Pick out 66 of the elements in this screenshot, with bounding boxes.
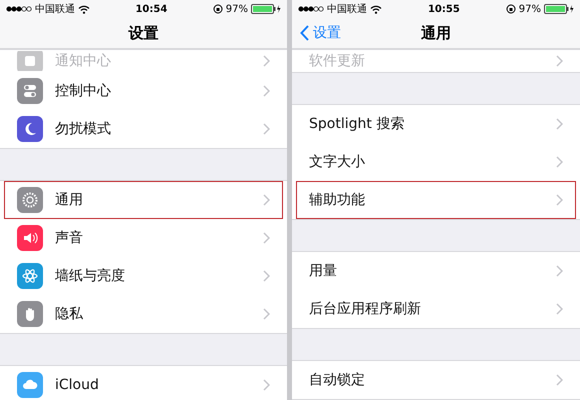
chevron-right-icon [263,194,270,206]
flower-icon [17,263,43,289]
rotation-lock-icon [212,4,223,14]
chevron-right-icon [556,265,563,277]
wifi-icon [78,4,90,14]
chevron-right-icon [556,194,563,206]
settings-row[interactable]: 墙纸与亮度 [4,257,283,295]
row-label: 勿扰模式 [55,120,112,138]
toggle-icon [17,78,43,104]
settings-row[interactable]: 声音 [4,219,283,257]
settings-row[interactable]: 勿扰模式 [4,110,283,148]
row-label: 隐私 [55,305,84,323]
row-label: 墙纸与亮度 [55,267,126,285]
settings-icon [17,187,43,213]
chevron-right-icon [556,303,563,315]
wifi-icon [370,4,382,14]
chevron-right-icon [263,123,270,135]
battery-percent: 97% [226,4,248,14]
moon-icon [17,116,43,142]
chevron-right-icon [263,270,270,282]
row-label: 用量 [309,262,338,280]
row-label: 软件更新 [309,52,366,70]
chevron-right-icon [556,374,563,386]
speaker-icon [17,225,43,251]
rotation-lock-icon [506,4,516,14]
settings-row[interactable]: 控制中心 [4,72,283,110]
row-label: 辅助功能 [309,191,366,209]
hand-icon [17,301,43,327]
row-label: iCloud [55,377,100,393]
row-label: Spotlight 搜索 [309,115,406,133]
row-label: 声音 [55,229,84,247]
settings-row[interactable]: 辅助功能 [296,181,576,219]
chevron-right-icon [556,156,563,168]
battery-percent: 97% [518,4,541,14]
chevron-left-icon [300,25,309,41]
chevron-right-icon [556,118,563,130]
row-label: 通用 [55,191,84,209]
nav-title: 通用 [421,24,451,42]
chevron-right-icon [556,55,563,67]
notifications-icon [17,51,43,71]
chevron-right-icon [263,379,270,391]
chevron-right-icon [263,308,270,320]
chevron-right-icon [263,55,270,67]
row-label: 自动锁定 [309,371,366,389]
row-label: 控制中心 [55,82,112,100]
settings-row[interactable]: 后台应用程序刷新 [296,290,576,328]
row-label: 文字大小 [309,153,366,171]
battery-charging-icon [250,4,281,14]
settings-row[interactable]: 用量 [296,252,576,290]
battery-charging-icon [544,4,574,14]
settings-row[interactable]: 文字大小 [296,143,576,181]
chevron-right-icon [263,232,270,244]
nav-title: 设置 [128,24,158,42]
row-label: 通知中心 [55,52,112,70]
row-label: 后台应用程序刷新 [309,300,422,318]
settings-row[interactable]: 通用 [4,181,283,219]
carrier-name: 中国联通 [35,2,75,16]
chevron-right-icon [263,85,270,97]
signal-icon [298,6,324,12]
status-time: 10:54 [135,4,168,14]
status-time: 10:55 [428,4,460,14]
back-button[interactable]: 设置 [298,22,343,44]
settings-row[interactable]: 隐私 [4,295,283,333]
settings-row[interactable]: Spotlight 搜索 [296,105,576,143]
signal-icon [6,6,32,12]
carrier-name: 中国联通 [327,2,367,16]
